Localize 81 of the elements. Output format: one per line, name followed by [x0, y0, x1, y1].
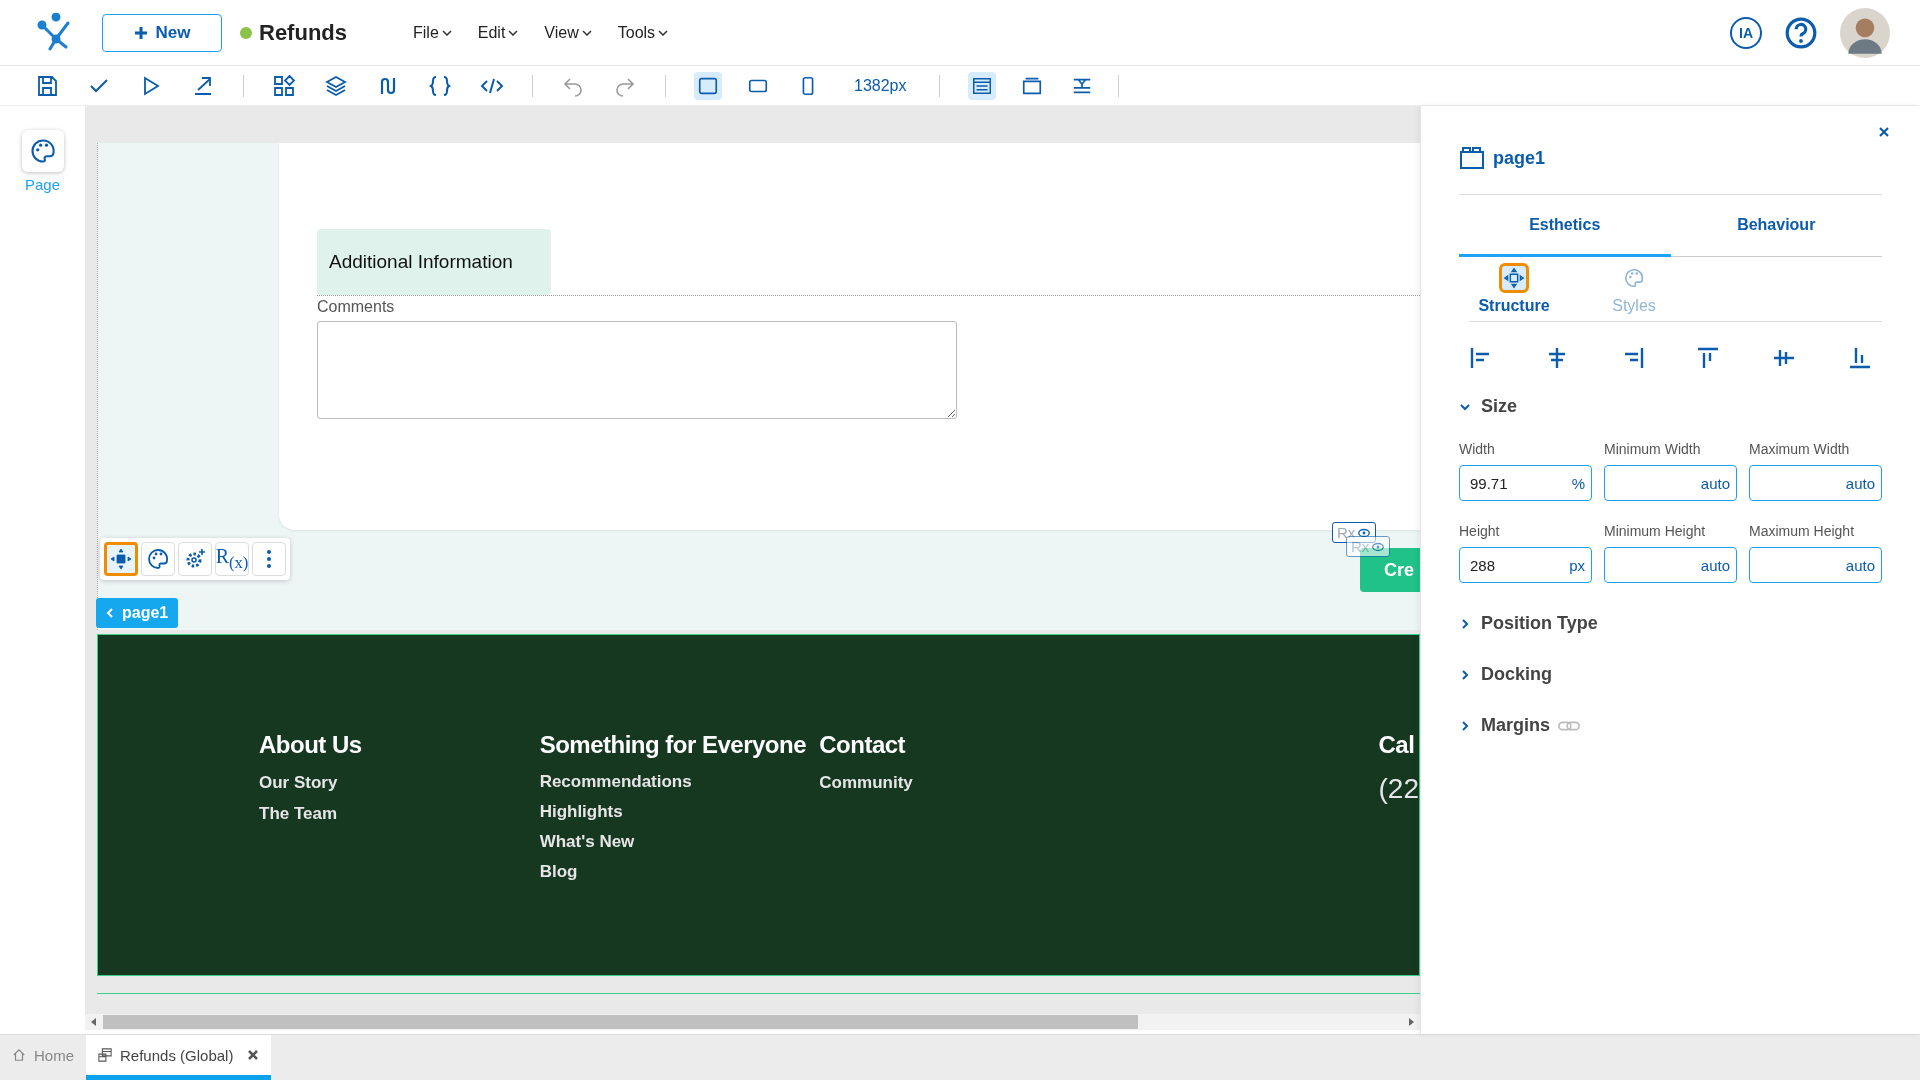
new-button[interactable]: New	[102, 13, 222, 52]
palette-icon	[28, 137, 57, 165]
page-icon	[1459, 146, 1485, 170]
menu-item[interactable]: Edit	[469, 23, 527, 42]
size-field[interactable]: 288 px	[1459, 547, 1592, 583]
footer-heading: Contact	[819, 731, 907, 759]
align-top-icon[interactable]	[1696, 346, 1721, 370]
panel-title: page1	[1493, 147, 1546, 169]
footer-heading: About Us	[259, 731, 363, 759]
status-dot	[240, 26, 252, 39]
size-field[interactable]: 99.71 %	[1459, 465, 1592, 501]
plus-icon	[133, 25, 148, 40]
panel-tab[interactable]: Behaviour	[1670, 195, 1882, 257]
palette-icon	[1623, 267, 1645, 289]
menu-item[interactable]: Tools	[609, 23, 677, 42]
rail-label: Page	[24, 176, 60, 193]
structure-icon[interactable]	[104, 542, 138, 576]
section-toggle[interactable]: Margins	[1459, 715, 1550, 736]
close-icon[interactable]	[1878, 126, 1890, 138]
rx-button[interactable]: R$_{(x)}$	[215, 542, 249, 576]
subtab[interactable]: Structure	[1469, 263, 1559, 315]
save-icon[interactable]	[35, 73, 59, 98]
field-label: Height	[1459, 523, 1501, 539]
more-icon[interactable]	[252, 542, 286, 576]
section-toggle[interactable]: Docking	[1459, 664, 1552, 685]
scroll-right-icon[interactable]	[1407, 1017, 1415, 1027]
app-title: Refunds	[259, 19, 347, 46]
footer-link[interactable]: The Team	[259, 804, 540, 824]
braces-icon[interactable]	[428, 73, 452, 98]
layout-icon[interactable]	[967, 71, 996, 100]
scroll-left-icon[interactable]	[90, 1017, 98, 1027]
menu-item[interactable]: View	[536, 23, 600, 42]
footer-link[interactable]: Community	[819, 773, 1379, 793]
size-field[interactable]: auto	[1749, 547, 1882, 583]
field-label: Width	[1459, 441, 1496, 457]
move-icon	[1503, 267, 1525, 289]
field-label: Maximum Height	[1749, 523, 1856, 539]
settings-icon[interactable]	[178, 542, 212, 576]
chevron-right-icon	[1459, 668, 1471, 681]
styles-icon[interactable]	[141, 542, 175, 576]
size-field[interactable]: auto	[1749, 465, 1882, 501]
user-avatar[interactable]	[1840, 7, 1890, 58]
chevron-down-icon	[508, 29, 519, 36]
document-tab[interactable]: Refunds (Global)	[86, 1035, 272, 1080]
close-tab-icon[interactable]	[247, 1049, 260, 1061]
field-label: Comments	[317, 298, 396, 316]
width-reading: 1382px	[854, 76, 907, 95]
ia-button[interactable]: IA	[1730, 16, 1762, 49]
section-header: Additional Information	[317, 229, 551, 295]
home-icon	[12, 1048, 26, 1062]
chevron-right-icon	[1459, 719, 1471, 732]
desktop-view-icon[interactable]	[694, 71, 722, 100]
chevron-down-icon	[658, 29, 669, 36]
document-icon	[98, 1048, 112, 1062]
footer-link[interactable]: Our Story	[259, 773, 540, 793]
chevron-right-icon	[1459, 617, 1471, 630]
footer-heading: Cal	[1378, 731, 1416, 759]
menu-item[interactable]: File	[405, 23, 460, 42]
align-bottom-icon[interactable]	[1848, 346, 1872, 370]
chevron-left-icon	[106, 607, 114, 619]
footer-link[interactable]: (22	[1378, 773, 1419, 805]
section-toggle[interactable]: Size	[1459, 396, 1518, 417]
footer-link[interactable]: Recommendations	[539, 772, 820, 792]
section-toggle[interactable]: Position Type	[1459, 613, 1598, 634]
chevron-down-icon	[581, 29, 592, 36]
footer-heading: Something for Everyone	[539, 731, 807, 759]
size-field[interactable]: auto	[1604, 547, 1737, 583]
field-label: Maximum Width	[1749, 441, 1851, 457]
chevron-down-icon	[441, 29, 452, 36]
layers-icon[interactable]	[324, 73, 348, 98]
footer-link[interactable]: Blog	[539, 862, 820, 882]
widgets-icon[interactable]	[272, 73, 296, 98]
help-icon[interactable]	[1784, 15, 1818, 50]
horizontal-scrollbar[interactable]	[85, 1014, 1420, 1030]
footer-link[interactable]: What's New	[539, 832, 820, 852]
footer-link[interactable]: Highlights	[539, 802, 820, 822]
field-label: Minimum Height	[1604, 523, 1707, 539]
comments-field[interactable]	[317, 321, 957, 419]
size-field[interactable]: auto	[1604, 465, 1737, 501]
field-label: Minimum Width	[1604, 441, 1702, 457]
panel-tab[interactable]: Esthetics	[1459, 195, 1671, 257]
